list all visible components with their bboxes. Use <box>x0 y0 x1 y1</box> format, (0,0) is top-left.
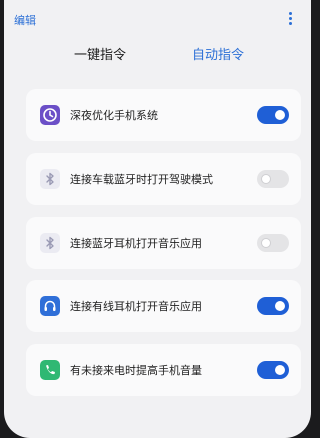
phone-screen: 编辑 一键指令 自动指令 深夜优化手机系统 连接车载蓝牙时打开驾驶模式 连接蓝牙… <box>4 0 311 438</box>
list-item[interactable]: 连接车载蓝牙时打开驾驶模式 <box>26 153 301 205</box>
edit-button[interactable]: 编辑 <box>14 12 36 28</box>
list-item[interactable]: 深夜优化手机系统 <box>26 89 301 141</box>
item-label: 深夜优化手机系统 <box>70 109 158 122</box>
item-label: 有未接来电时提高手机音量 <box>70 364 202 377</box>
toggle-switch[interactable] <box>257 361 289 379</box>
item-label: 连接有线耳机打开音乐应用 <box>70 300 202 313</box>
toggle-switch[interactable] <box>257 234 289 252</box>
toggle-switch[interactable] <box>257 297 289 315</box>
tab-auto-commands[interactable]: 自动指令 <box>192 44 244 63</box>
bluetooth-icon <box>40 233 60 253</box>
list-item[interactable]: 有未接来电时提高手机音量 <box>26 344 301 396</box>
headphones-icon <box>40 296 60 316</box>
bluetooth-icon <box>40 169 60 189</box>
tab-bar: 一键指令 自动指令 <box>4 44 311 74</box>
list-item[interactable]: 连接蓝牙耳机打开音乐应用 <box>26 217 301 269</box>
toggle-switch[interactable] <box>257 170 289 188</box>
clock-icon <box>40 105 60 125</box>
item-label: 连接车载蓝牙时打开驾驶模式 <box>70 173 213 186</box>
top-bar: 编辑 <box>4 0 311 34</box>
phone-icon <box>40 360 60 380</box>
tab-one-click-commands[interactable]: 一键指令 <box>74 44 126 63</box>
list-item[interactable]: 连接有线耳机打开音乐应用 <box>26 280 301 332</box>
item-label: 连接蓝牙耳机打开音乐应用 <box>70 237 202 250</box>
more-vertical-icon[interactable] <box>287 12 293 26</box>
toggle-switch[interactable] <box>257 106 289 124</box>
